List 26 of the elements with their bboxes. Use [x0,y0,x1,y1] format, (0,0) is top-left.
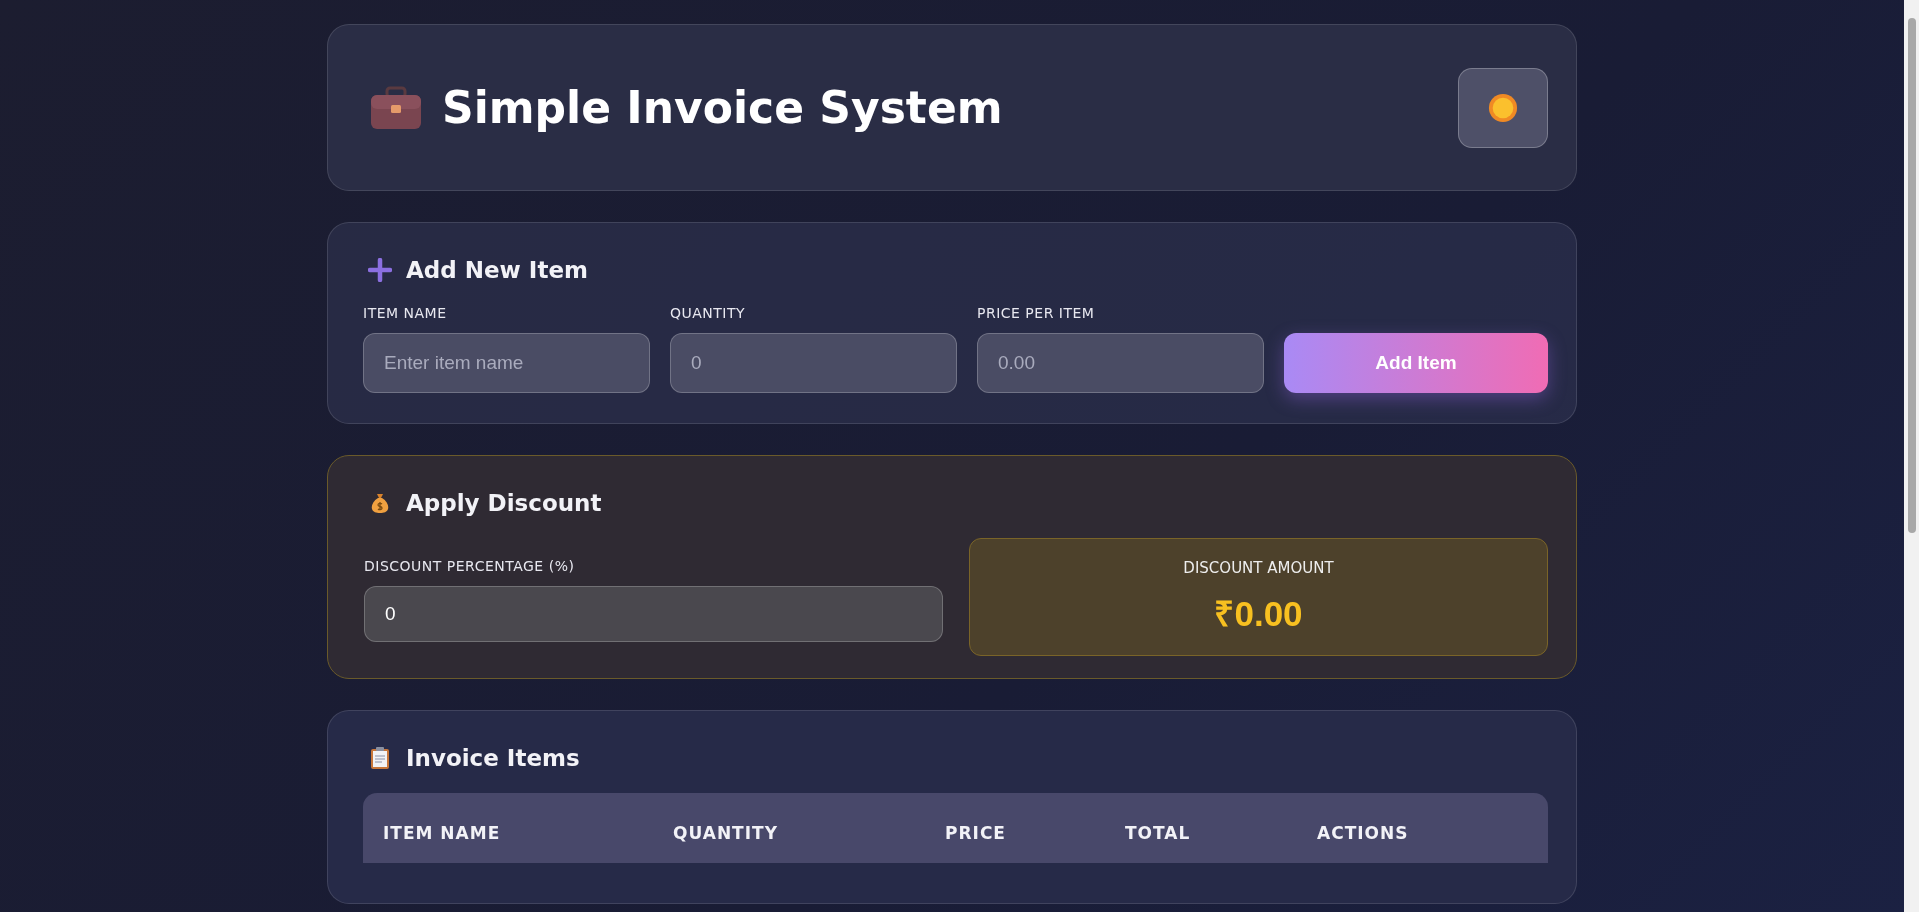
theme-toggle-button[interactable] [1458,67,1548,148]
input-field[interactable]: Enter item name [363,333,650,393]
field-label: QUANTITY [670,305,747,321]
app-title: Simple Invoice System [442,82,1003,133]
column-header: PRICE [945,823,1007,843]
scrollbar-thumb[interactable] [1907,18,1916,533]
amount-label: DISCOUNT AMOUNT [1183,558,1334,577]
section-heading: Add New Item [406,257,588,283]
field-label: DISCOUNT PERCENTAGE (%) [364,558,576,574]
plus-icon [368,258,392,282]
column-header: QUANTITY [673,823,779,843]
column-header: TOTAL [1125,823,1192,843]
input-field[interactable]: 0.00 [977,333,1264,393]
clipboard-icon [368,745,392,771]
discount-amount: ₹0.00 [1214,592,1303,635]
field-label: PRICE PER ITEM [977,305,1096,321]
sun-icon [1488,92,1518,123]
section-heading: Invoice Items [406,745,580,771]
discount-input[interactable]: 0 [364,586,943,642]
briefcase-icon [370,85,422,130]
scrollbar[interactable] [1904,0,1919,912]
column-header: ACTIONS [1317,823,1410,843]
input-field[interactable]: 0 [670,333,957,393]
section-heading: Apply Discount [406,490,602,516]
column-header: ITEM NAME [383,823,502,843]
field-label: ITEM NAME [363,305,448,321]
